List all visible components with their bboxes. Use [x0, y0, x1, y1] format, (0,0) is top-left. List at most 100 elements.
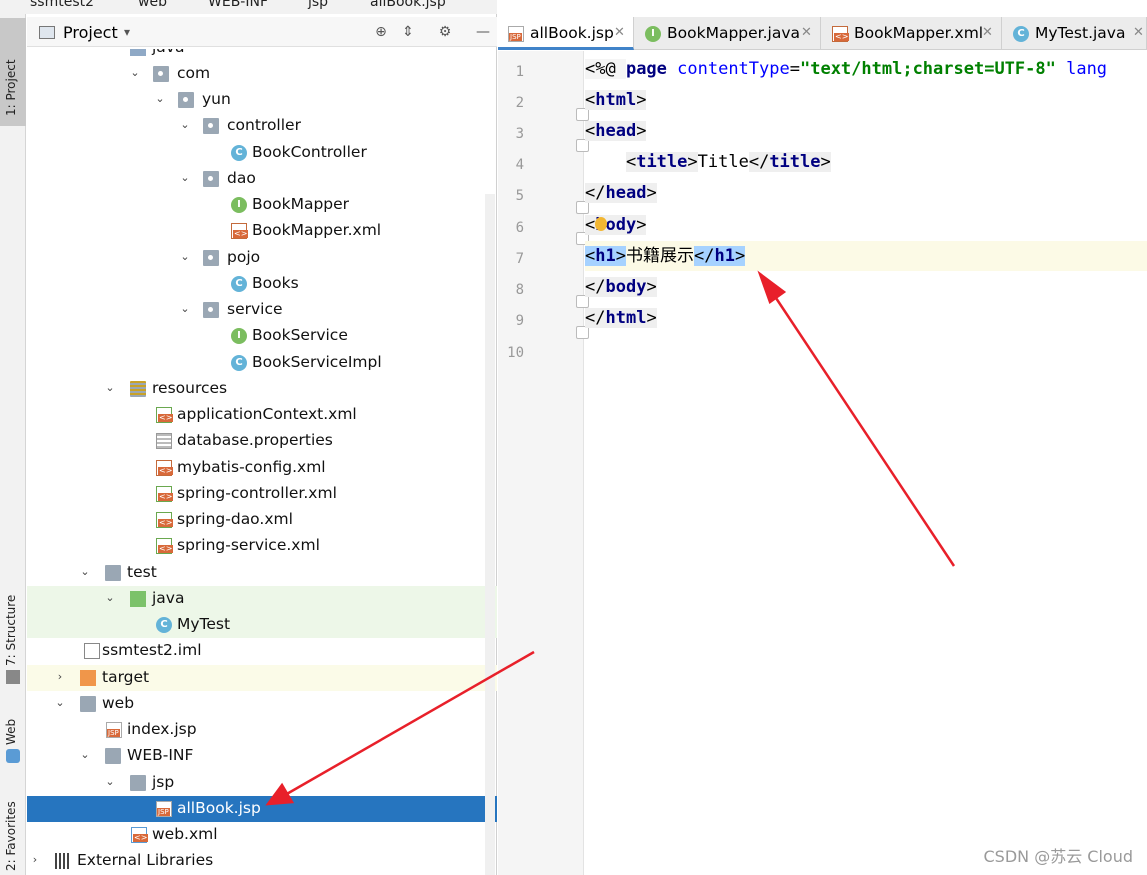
tree-row-bookmapper-xml[interactable]: BookMapper.xml	[27, 218, 497, 244]
tree-row-com[interactable]: ⌄ com	[27, 61, 497, 87]
code-token: <%@	[585, 59, 626, 79]
code-line-4: <title>Title</title>	[585, 147, 1147, 177]
tree-row-spring-controller[interactable]: spring-controller.xml	[27, 481, 497, 507]
tree-row-applicationcontext[interactable]: applicationContext.xml	[27, 402, 497, 428]
tree-row-external-libraries[interactable]: › External Libraries	[27, 848, 497, 874]
close-icon[interactable]: ✕	[614, 25, 625, 40]
favorites-tool-tab[interactable]: 2: Favorites	[0, 789, 26, 875]
code-line-6: <body>	[585, 215, 647, 235]
project-tool-tab[interactable]: 1: Project	[0, 18, 26, 126]
tree-label: BookServiceImpl	[252, 353, 382, 371]
tree-row-bookcontroller[interactable]: C BookController	[27, 140, 497, 166]
close-icon[interactable]: ✕	[982, 25, 993, 40]
tree-label: Books	[252, 274, 299, 292]
chevron-right-icon[interactable]: ›	[29, 854, 41, 866]
tree-row-database-properties[interactable]: database.properties	[27, 428, 497, 454]
breadcrumb-file[interactable]: allBook.jsp	[370, 0, 446, 10]
tree-label: dao	[227, 169, 256, 187]
tree-row-test[interactable]: ⌄ test	[27, 560, 497, 586]
tab-bookmapper-java[interactable]: I BookMapper.java ✕	[635, 17, 821, 50]
tree-row-target[interactable]: › target	[27, 665, 497, 691]
chevron-down-icon[interactable]: ⌄	[104, 776, 116, 788]
breadcrumb-project[interactable]: ssmtest2	[30, 0, 94, 10]
chevron-down-icon[interactable]: ⌄	[104, 382, 116, 394]
libraries-icon	[55, 853, 71, 869]
code-token: contentType	[666, 59, 790, 79]
tree-label: pojo	[227, 248, 261, 266]
hide-panel-icon[interactable]: —	[475, 25, 491, 39]
locate-icon[interactable]: ⊕	[373, 25, 389, 39]
tree-row-bookserviceimpl[interactable]: C BookServiceImpl	[27, 350, 497, 376]
chevron-down-icon[interactable]: ⌄	[79, 566, 91, 578]
chevron-down-icon[interactable]: ⌄	[54, 697, 66, 709]
tree-label: database.properties	[177, 431, 333, 449]
tree-row-allbook-jsp[interactable]: allBook.jsp	[27, 796, 497, 822]
tree-label: applicationContext.xml	[177, 405, 357, 423]
chevron-down-icon[interactable]: ⌄	[79, 749, 91, 761]
breadcrumb-web-inf[interactable]: WEB-INF	[208, 0, 268, 10]
tab-allbook-jsp[interactable]: allBook.jsp ✕	[498, 17, 634, 50]
code-token: title	[769, 152, 821, 172]
structure-tool-tab[interactable]: 7: Structure	[0, 594, 26, 684]
chevron-down-icon[interactable]: ⌄	[179, 251, 191, 263]
tree-row-web-xml[interactable]: web.xml	[27, 822, 497, 848]
line-number: 4	[515, 157, 524, 173]
chevron-down-icon[interactable]: ⌄	[179, 119, 191, 131]
tree-row-books[interactable]: C Books	[27, 271, 497, 297]
tree-row-iml[interactable]: ssmtest2.iml	[27, 638, 497, 664]
tree-row-bookservice[interactable]: I BookService	[27, 323, 497, 349]
tree-row-controller[interactable]: ⌄ controller	[27, 113, 497, 139]
tree-row-resources[interactable]: ⌄ resources	[27, 376, 497, 402]
tree-label: index.jsp	[127, 720, 197, 738]
chevron-down-icon[interactable]: ▾	[124, 25, 130, 39]
tree-scrollbar[interactable]	[485, 194, 495, 875]
line-number: 10	[507, 345, 524, 361]
tree-row-spring-dao[interactable]: spring-dao.xml	[27, 507, 497, 533]
class-icon: C	[156, 617, 172, 633]
project-panel-header: Project ▾ ⊕ ⇕ ⚙ —	[27, 17, 497, 47]
collapse-all-icon[interactable]: ⇕	[400, 25, 416, 39]
chevron-down-icon[interactable]: ⌄	[154, 93, 166, 105]
spring-xml-icon	[156, 407, 174, 423]
tree-row-index-jsp[interactable]: index.jsp	[27, 717, 497, 743]
tree-row-java[interactable]: java	[27, 49, 497, 61]
chevron-right-icon[interactable]: ›	[54, 671, 66, 683]
project-panel: Project ▾ ⊕ ⇕ ⚙ — java ⌄ com ⌄ yun ⌄ con…	[27, 14, 497, 875]
tree-label: BookService	[252, 326, 348, 344]
xml-icon	[231, 223, 249, 239]
tree-row-test-java[interactable]: ⌄ java	[27, 586, 497, 612]
tree-row-jsp-folder[interactable]: ⌄ jsp	[27, 770, 497, 796]
tree-label: spring-controller.xml	[177, 484, 337, 502]
project-panel-title[interactable]: Project	[63, 23, 118, 42]
tree-row-yun[interactable]: ⌄ yun	[27, 87, 497, 113]
close-icon[interactable]: ✕	[801, 25, 812, 40]
tab-bookmapper-xml[interactable]: BookMapper.xml ✕	[822, 17, 1002, 50]
tree-row-mytest[interactable]: C MyTest	[27, 612, 497, 638]
chevron-down-icon[interactable]: ⌄	[129, 67, 141, 79]
chevron-down-icon[interactable]: ⌄	[179, 172, 191, 184]
close-icon[interactable]: ✕	[1133, 25, 1144, 40]
tree-row-spring-service[interactable]: spring-service.xml	[27, 533, 497, 559]
tree-row-service[interactable]: ⌄ service	[27, 297, 497, 323]
web-tool-tab[interactable]: Web	[0, 709, 26, 779]
folder-icon	[130, 775, 146, 791]
code-line-5: </head>	[585, 183, 657, 203]
web-folder-icon	[80, 696, 96, 712]
package-icon	[203, 250, 219, 266]
intention-bulb-icon[interactable]	[595, 217, 607, 231]
breadcrumb-web[interactable]: web	[138, 0, 167, 10]
chevron-down-icon[interactable]: ⌄	[179, 303, 191, 315]
code-editor[interactable]: <%@ page contentType="text/html;charset=…	[585, 51, 1147, 875]
project-tree: java ⌄ com ⌄ yun ⌄ controller C BookCont…	[27, 49, 497, 875]
tree-row-web-inf[interactable]: ⌄ WEB-INF	[27, 743, 497, 769]
tree-row-pojo[interactable]: ⌄ pojo	[27, 245, 497, 271]
tree-row-web[interactable]: ⌄ web	[27, 691, 497, 717]
tree-row-bookmapper[interactable]: I BookMapper	[27, 192, 497, 218]
tree-row-dao[interactable]: ⌄ dao	[27, 166, 497, 192]
chevron-down-icon[interactable]: ⌄	[104, 592, 116, 604]
tree-row-mybatis-config[interactable]: mybatis-config.xml	[27, 455, 497, 481]
tab-mytest-java[interactable]: C MyTest.java ✕	[1003, 17, 1147, 50]
gear-icon[interactable]: ⚙	[437, 25, 453, 39]
tree-label: web.xml	[152, 825, 218, 843]
breadcrumb-jsp[interactable]: jsp	[308, 0, 328, 10]
